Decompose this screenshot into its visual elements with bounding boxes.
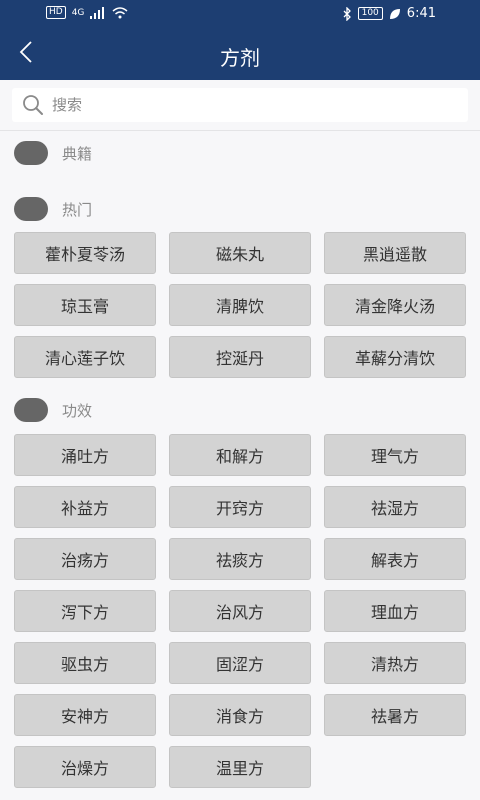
category-button[interactable]: 理血方 bbox=[324, 590, 466, 632]
formula-button[interactable]: 藿朴夏苓汤 bbox=[14, 232, 156, 274]
app-bar: HD 4G 100 6:41 方剂 bbox=[0, 0, 480, 80]
formula-button[interactable]: 琼玉膏 bbox=[14, 284, 156, 326]
section-label: 功效 bbox=[62, 401, 93, 420]
category-button[interactable]: 温里方 bbox=[169, 746, 311, 788]
clock: 6:41 bbox=[406, 6, 436, 21]
wifi-icon bbox=[112, 6, 128, 18]
category-button[interactable]: 安神方 bbox=[14, 694, 156, 736]
category-button[interactable]: 固涩方 bbox=[169, 642, 311, 684]
bluetooth-icon bbox=[343, 6, 351, 21]
category-button[interactable]: 解表方 bbox=[324, 538, 466, 580]
section-classics[interactable]: 典籍 bbox=[14, 141, 92, 165]
category-button[interactable]: 治疡方 bbox=[14, 538, 156, 580]
category-button[interactable]: 祛痰方 bbox=[169, 538, 311, 580]
popular-grid: 藿朴夏苓汤 磁朱丸 黑逍遥散 琼玉膏 清脾饮 清金降火汤 清心莲子饮 控涎丹 革… bbox=[14, 232, 470, 378]
section-dot bbox=[14, 141, 48, 165]
leaf-icon bbox=[389, 8, 400, 19]
search-bar bbox=[0, 80, 480, 131]
search-input[interactable] bbox=[50, 95, 434, 115]
section-dot bbox=[14, 197, 48, 221]
efficacy-grid: 涌吐方 和解方 理气方 补益方 开窍方 祛湿方 治疡方 祛痰方 解表方 泻下方 … bbox=[14, 434, 470, 788]
formula-button[interactable]: 清心莲子饮 bbox=[14, 336, 156, 378]
formula-button[interactable]: 清金降火汤 bbox=[324, 284, 466, 326]
category-button[interactable]: 和解方 bbox=[169, 434, 311, 476]
formula-button[interactable]: 清脾饮 bbox=[169, 284, 311, 326]
section-label: 热门 bbox=[62, 200, 93, 219]
category-button[interactable]: 祛暑方 bbox=[324, 694, 466, 736]
search-box[interactable] bbox=[12, 88, 468, 122]
signal-icon bbox=[90, 6, 105, 19]
formula-button[interactable]: 革薢分清饮 bbox=[324, 336, 466, 378]
hd-badge: HD bbox=[46, 6, 66, 19]
formula-button[interactable]: 黑逍遥散 bbox=[324, 232, 466, 274]
formula-button[interactable]: 控涎丹 bbox=[169, 336, 311, 378]
category-button[interactable]: 补益方 bbox=[14, 486, 156, 528]
category-button[interactable]: 理气方 bbox=[324, 434, 466, 476]
category-button[interactable]: 治风方 bbox=[169, 590, 311, 632]
category-button[interactable]: 祛湿方 bbox=[324, 486, 466, 528]
category-button[interactable]: 治燥方 bbox=[14, 746, 156, 788]
category-button[interactable]: 消食方 bbox=[169, 694, 311, 736]
category-button[interactable]: 开窍方 bbox=[169, 486, 311, 528]
category-button[interactable]: 清热方 bbox=[324, 642, 466, 684]
category-button[interactable]: 涌吐方 bbox=[14, 434, 156, 476]
formula-button[interactable]: 磁朱丸 bbox=[169, 232, 311, 274]
category-button[interactable]: 泻下方 bbox=[14, 590, 156, 632]
battery-level: 100 bbox=[357, 7, 383, 20]
section-dot bbox=[14, 398, 48, 422]
category-button[interactable]: 驱虫方 bbox=[14, 642, 156, 684]
network-label: 4G bbox=[71, 7, 85, 18]
section-efficacy: 功效 bbox=[14, 398, 92, 422]
search-icon bbox=[23, 95, 43, 115]
status-bar: HD 4G 100 6:41 bbox=[0, 0, 480, 28]
section-popular: 热门 bbox=[14, 197, 92, 221]
section-label: 典籍 bbox=[62, 144, 93, 163]
page-title: 方剂 bbox=[220, 46, 260, 70]
